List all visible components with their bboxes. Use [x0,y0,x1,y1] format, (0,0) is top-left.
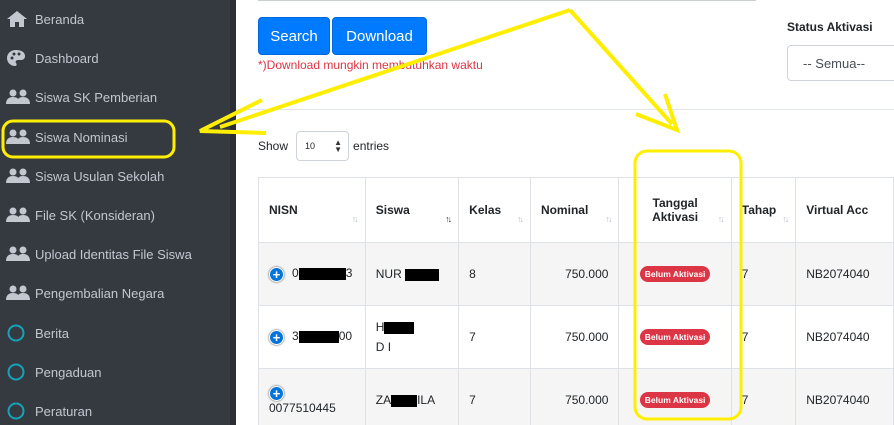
expand-row-icon[interactable]: + [269,329,284,345]
tahap-cell: 7 [730,305,797,369]
entries-value: 10 [305,141,316,151]
table-row: +0077510445 ZA ILA 7 750.000 Belum Aktiva… [258,368,894,425]
col-header-nominal[interactable]: Nominal ↑↓ [529,177,620,243]
tanggal-aktivasi-cell: Belum Aktivasi [618,368,732,425]
sidebar-item-label: Dashboard [35,50,99,66]
entries-select[interactable]: 10 ▲ ▼ [296,131,350,161]
status-badge: Belum Aktivasi [639,329,711,345]
status-aktivasi-select[interactable]: -- Semua-- [787,45,894,81]
sort-icon: ↑↓ [717,214,725,224]
users-icon [6,207,32,223]
kelas-cell: 8 [458,242,531,306]
sidebar: Beranda Dashboard Siswa SK Pemberian Sis… [0,0,230,425]
status-aktivasi-label: Status Aktivasi [787,20,873,34]
col-header-nisn[interactable]: NISN ↑↓ [258,177,366,243]
entries-label: entries [353,139,390,153]
sidebar-item-beranda[interactable]: Beranda [0,4,230,34]
sidebar-item-label: Upload Identitas File Siswa [35,246,192,262]
table-row: +0 3 NUR 8 750.000 Belum Aktivasi 7 NB207… [258,242,894,306]
col-header-virtual-account[interactable]: Virtual Acc [795,177,894,243]
siswa-cell: HD I [364,305,460,369]
sidebar-item-label: Berita [35,325,69,341]
sidebar-item-dashboard[interactable]: Dashboard [0,43,230,73]
redaction [384,321,415,334]
kelas-cell: 7 [458,368,531,425]
redaction [298,268,346,281]
users-icon [6,285,32,301]
divider [258,0,756,1]
search-button[interactable]: Search [258,17,330,55]
table-header-row: NISN ↑↓ Siswa ↑↓ Kelas ↑↓ Nominal ↑↓ Tanggal… [258,177,894,243]
circle-icon [6,323,32,343]
sidebar-item-file-sk[interactable]: File SK (Konsideran) [0,200,230,230]
sidebar-item-peraturan[interactable]: Peraturan [0,396,230,425]
redaction [405,268,440,281]
home-icon [6,10,32,28]
siswa-cell: ZA ILA [364,368,460,425]
nisn-cell: +3 00 [258,305,366,369]
sidebar-item-label: File SK (Konsideran) [35,207,155,223]
sort-icon: ↑↓ [516,214,524,224]
virtual-account-cell: NB2074040 [795,368,894,425]
users-icon [6,129,32,145]
sort-icon: ↑↓ [351,214,359,224]
tahap-cell: 7 [730,242,797,306]
nominal-cell: 750.000 [529,305,620,369]
sidebar-item-label: Siswa SK Pemberian [35,89,158,105]
nominal-cell: 750.000 [529,242,620,306]
circle-icon [6,401,32,421]
sidebar-item-berita[interactable]: Berita [0,318,230,348]
nominal-cell: 750.000 [529,368,620,425]
status-badge: Belum Aktivasi [639,266,711,282]
siswa-cell: NUR [364,242,460,306]
sidebar-item-pengaduan[interactable]: Pengaduan [0,357,230,387]
tanggal-aktivasi-cell: Belum Aktivasi [618,305,732,369]
users-icon [6,246,32,262]
sidebar-item-label: Pengembalian Negara [35,285,165,301]
sidebar-item-label: Beranda [35,11,85,27]
palette-icon [6,49,32,67]
sidebar-item-siswa-sk-pemberian[interactable]: Siswa SK Pemberian [0,82,230,112]
sidebar-item-label: Peraturan [35,403,93,419]
expand-row-icon[interactable]: + [269,385,284,401]
sidebar-item-label: Siswa Nominasi [35,129,128,145]
sidebar-item-label: Pengaduan [35,364,102,380]
users-icon [6,168,32,184]
sort-icon: ↑↓ [605,214,612,224]
virtual-account-cell: NB2074040 [795,305,894,369]
expand-row-icon[interactable]: + [269,266,284,282]
download-note: *)Download mungkin membutuhkan waktu [258,58,483,72]
students-table: NISN ↑↓ Siswa ↑↓ Kelas ↑↓ Nominal ↑↓ Tanggal… [258,177,894,425]
nisn-cell: +0077510445 [258,368,366,425]
sidebar-item-upload-identitas[interactable]: Upload Identitas File Siswa [0,239,230,269]
sidebar-item-siswa-nominasi[interactable]: Siswa Nominasi [0,122,230,152]
virtual-account-cell: NB2074040 [795,242,894,306]
col-header-kelas[interactable]: Kelas ↑↓ [458,177,531,243]
col-header-tahap[interactable]: Tahap ↑↓ [730,177,797,243]
table-row: +3 00 HD I 7 750.000 Belum Aktivasi 7 NB2… [258,305,894,369]
sidebar-item-pengembalian-negara[interactable]: Pengembalian Negara [0,278,230,308]
col-header-tanggal-aktivasi[interactable]: Tanggal Aktivasi ↑↓ [618,177,732,243]
sort-icon: ↑↓ [782,214,789,224]
updown-icon: ▲ ▼ [334,138,343,154]
download-button[interactable]: Download [332,17,427,55]
entries-control: Show 10 ▲ ▼ entries [258,131,389,161]
redaction [298,331,339,344]
sidebar-item-label: Siswa Usulan Sekolah [35,168,165,184]
filter-card: Search Download *)Download mungkin membu… [236,0,894,110]
tahap-cell: 7 [730,368,797,425]
redaction [391,394,418,407]
sort-icon: ↑↓ [445,214,452,224]
col-header-siswa[interactable]: Siswa ↑↓ [364,177,460,243]
circle-icon [6,362,32,382]
status-badge: Belum Aktivasi [639,392,711,408]
nisn-cell: +0 3 [258,242,366,306]
tanggal-aktivasi-cell: Belum Aktivasi [618,242,732,306]
kelas-cell: 7 [458,305,531,369]
show-label: Show [258,139,289,153]
users-icon [6,89,32,105]
sidebar-item-siswa-usulan-sekolah[interactable]: Siswa Usulan Sekolah [0,161,230,191]
